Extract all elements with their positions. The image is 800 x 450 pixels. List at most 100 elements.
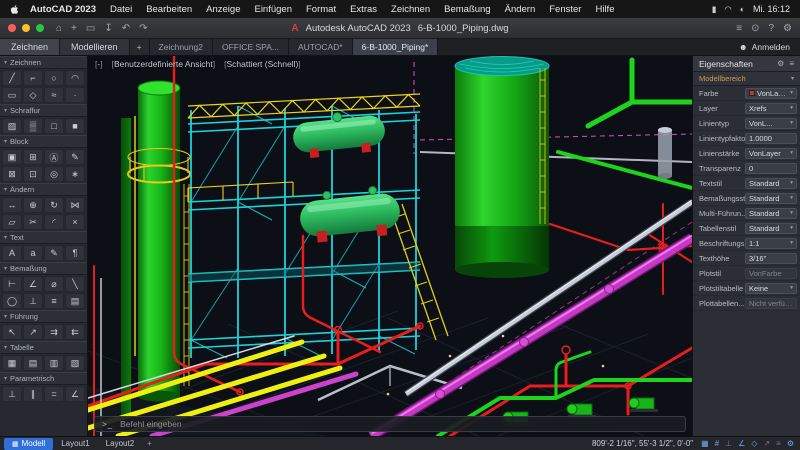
polyline-tool-icon[interactable]: ⌐ [23,70,43,86]
palette-tab-modellieren[interactable]: Modellieren [60,39,130,55]
menu-einfügen[interactable]: Einfügen [247,4,299,15]
hatch-tool-icon[interactable]: ▨ [2,118,22,134]
rotate-tool-icon[interactable]: ↻ [44,197,64,213]
mirror-tool-icon[interactable]: ⋈ [65,197,85,213]
linear-dim-tool-icon[interactable]: ⊢ [2,276,22,292]
baseline-dim-tool-icon[interactable]: ≡ [44,293,64,309]
attribute-tool-icon[interactable]: Ⓐ [44,149,64,165]
view-control[interactable]: Benutzerdefinierte Ansicht [112,59,216,69]
point-tool-icon[interactable]: ∙ [65,87,85,103]
lineweight-icon[interactable]: ≡ [776,439,781,448]
mtext-tool-icon[interactable]: A [2,245,22,261]
spline-tool-icon[interactable]: ≈ [44,87,64,103]
search-icon[interactable]: ⊙ [751,23,759,34]
boundary-tool-icon[interactable]: □ [44,118,64,134]
minimize-button[interactable] [22,24,30,32]
move-tool-icon[interactable]: ↔ [2,197,22,213]
otrack-icon[interactable]: ↗ [763,439,770,448]
property-value-plotstiltabelle[interactable]: Keine ▾ [745,282,797,294]
layout-tab-layout2[interactable]: Layout2 [98,437,142,450]
palette-section-ändern[interactable]: ▾ Ändern [0,183,87,196]
property-value-linientypfaktor[interactable]: 1.0000 [745,132,797,144]
insert-block-tool-icon[interactable]: ▣ [2,149,22,165]
palette-tab-zeichnen[interactable]: Zeichnen [0,39,61,55]
rectangle-tool-icon[interactable]: ▭ [2,87,22,103]
property-value-bemaßungsstil[interactable]: Standard ▾ [745,192,797,204]
gear-icon[interactable]: ⚙ [777,59,784,68]
table-export-tool-icon[interactable]: ▥ [44,355,64,371]
parallel-constraint-tool-icon[interactable]: ∥ [23,386,43,402]
explode-tool-icon[interactable]: ∗ [65,166,85,182]
help-icon[interactable]: ? [768,23,774,34]
table-style-tool-icon[interactable]: ▤ [23,355,43,371]
control-center-icon[interactable]: ◐ [740,4,745,15]
viewport-menu-button[interactable]: - [95,59,103,69]
menu-zeichnen[interactable]: Zeichnen [384,4,437,15]
add-layout-button[interactable]: + [142,437,157,450]
arc-tool-icon[interactable]: ◠ [65,70,85,86]
space-selector[interactable]: Modellbereich ▾ [693,72,800,86]
command-line[interactable]: >_ Befehl eingeben [94,416,686,432]
angular-dim-tool-icon[interactable]: ∠ [23,276,43,292]
multileader-tool-icon[interactable]: ↖ [2,324,22,340]
drawing-canvas[interactable]: - Benutzerdefinierte Ansicht Schattiert … [88,56,692,436]
palette-section-führung[interactable]: ▾ Führung [0,310,87,323]
property-value-tabellenstil[interactable]: Standard ▾ [745,222,797,234]
circle-tool-icon[interactable]: ○ [44,70,64,86]
table-edit-tool-icon[interactable]: ▧ [65,355,85,371]
edit-text-tool-icon[interactable]: ✎ [44,245,64,261]
palette-section-tabelle[interactable]: ▾ Tabelle [0,341,87,354]
angle-constraint-tool-icon[interactable]: ∠ [65,386,85,402]
trim-tool-icon[interactable]: ✂ [23,214,43,230]
zoom-button[interactable] [36,24,44,32]
block-editor-tool-icon[interactable]: ✎ [65,149,85,165]
palette-section-text[interactable]: ▾ Text [0,231,87,244]
align-leaders-tool-icon[interactable]: ⇉ [44,324,64,340]
osnap-icon[interactable]: ◇ [751,439,757,448]
group-tool-icon[interactable]: ⊡ [23,166,43,182]
menu-icon[interactable]: ≡ [789,59,794,68]
dim-style-tool-icon[interactable]: ▤ [65,293,85,309]
gear-icon[interactable]: ⚙ [787,439,794,448]
menu-extras[interactable]: Extras [343,4,384,15]
property-value-multi-führun[interactable]: Standard ▾ [745,207,797,219]
menu-anzeige[interactable]: Anzeige [199,4,247,15]
scale-tool-icon[interactable]: ▱ [2,214,22,230]
ortho-icon[interactable]: ⊥ [725,439,732,448]
grid-icon[interactable]: ▦ [701,439,709,448]
property-value-texthöhe[interactable]: 3/16" [745,252,797,264]
layout-tab-modell[interactable]: ▦ Modell [4,437,54,450]
menu-fenster[interactable]: Fenster [542,4,588,15]
new-icon[interactable]: + [71,23,77,34]
aligned-dim-tool-icon[interactable]: ╲ [65,276,85,292]
new-tab-button[interactable]: + [129,39,150,55]
palette-section-schraffur[interactable]: ▾ Schraffur [0,104,87,117]
property-value-linienstärke[interactable]: VonLayer ▾ [745,147,797,159]
property-value-farbe[interactable]: VonLayer ▾ [745,87,797,99]
polygon-tool-icon[interactable]: ◇ [23,87,43,103]
equal-constraint-tool-icon[interactable]: = [44,386,64,402]
file-tab-zeichnung2[interactable]: Zeichnung2 [149,39,213,55]
erase-tool-icon[interactable]: × [65,214,85,230]
file-tab-6-b-1000-piping[interactable]: 6-B-1000_Piping* [352,39,439,55]
fillet-tool-icon[interactable]: ◜ [44,214,64,230]
coordinates-display[interactable]: 809'-2 1/16", 55'-3 1/2", 0'-0" [592,439,693,448]
save-icon[interactable]: ↧ [104,23,112,34]
undo-icon[interactable]: ↶ [122,23,130,34]
solid-fill-tool-icon[interactable]: ■ [65,118,85,134]
close-button[interactable] [8,24,16,32]
layout-tab-layout1[interactable]: Layout1 [53,437,97,450]
home-icon[interactable]: ⌂ [56,23,62,34]
snap-icon[interactable]: # [715,439,719,448]
menu-bearbeiten[interactable]: Bearbeiten [139,4,199,15]
menubar-clock[interactable]: Mi. 16:12 [753,4,790,14]
palette-section-block[interactable]: ▾ Block [0,135,87,148]
apple-menu[interactable] [10,4,19,15]
visual-style-control[interactable]: Schattiert (Schnell) [224,59,301,69]
palette-section-parametrisch[interactable]: ▾ Parametrisch [0,372,87,385]
polar-icon[interactable]: ∠ [738,439,745,448]
gradient-tool-icon[interactable]: ▒ [23,118,43,134]
text-style-tool-icon[interactable]: ¶ [65,245,85,261]
collect-leaders-tool-icon[interactable]: ⇇ [65,324,85,340]
sign-in-button[interactable]: ☻ Anmelden [729,39,800,55]
